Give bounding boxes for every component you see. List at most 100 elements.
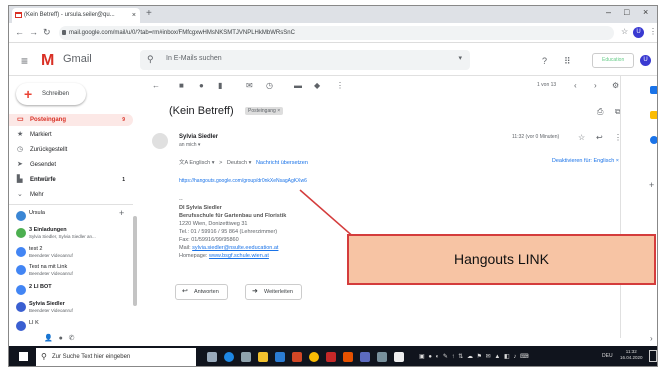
new-tab-button[interactable]: + <box>146 8 152 19</box>
report-spam-icon[interactable]: ● <box>199 81 204 90</box>
forward-arrow-icon[interactable]: → <box>29 27 38 37</box>
address-bar-row: ← → ↻ mail.google.com/mail/u/0/?tab=rm#i… <box>9 23 657 43</box>
phone-icon[interactable]: ✆ <box>69 335 75 342</box>
add-addon-icon[interactable]: + <box>649 180 654 190</box>
apps-grid-icon[interactable]: ⠿ <box>564 56 571 67</box>
app-icon[interactable] <box>377 352 387 362</box>
maximize-button[interactable]: □ <box>624 7 629 17</box>
help-icon[interactable]: ? <box>542 56 547 66</box>
app-icon[interactable] <box>343 352 353 362</box>
edge-icon[interactable] <box>224 352 234 362</box>
taskbar-clock[interactable]: 11:32 16.04.2020 <box>620 349 643 361</box>
list-item[interactable]: LI K <box>9 320 133 332</box>
file-explorer-icon[interactable] <box>258 352 268 362</box>
gmail-brand: Gmail <box>63 53 92 65</box>
language-indicator[interactable]: DEU <box>602 353 613 359</box>
print-icon[interactable]: ⎙ <box>597 107 603 117</box>
search-icon[interactable]: ⚲ <box>147 54 154 65</box>
tab-close-icon[interactable]: × <box>132 8 136 23</box>
compose-button[interactable]: + Schreiben <box>16 83 86 105</box>
back-to-inbox-icon[interactable]: ← <box>152 81 160 90</box>
sidebar-item-starred[interactable]: ★ Markiert <box>9 129 133 141</box>
browser-tab[interactable]: (Kein Betreff) - ursula.seiler@qu... × <box>12 8 140 23</box>
app-icon[interactable] <box>394 352 404 362</box>
delete-icon[interactable]: ▮ <box>218 81 222 90</box>
translate-message-link[interactable]: Nachricht übersetzen <box>256 160 308 166</box>
system-tray-icons[interactable]: ▣ ● ◐ ✎ ↑ ⇅ ☁ ⚑ ✉ ▲ ◧ ♪ ⌨ <box>419 353 530 360</box>
search-icon: ⚲ <box>41 352 47 361</box>
person-icon[interactable]: 👤 <box>44 335 53 342</box>
list-item[interactable]: test 2 Beendeter Videoanruf <box>9 246 133 260</box>
signature-mail-link[interactable]: sylvia.siedler@nsulte.eeducation.at <box>192 245 278 251</box>
mark-unread-icon[interactable]: ✉ <box>246 81 253 90</box>
main-menu-icon[interactable]: ≡ <box>21 54 28 68</box>
bookmark-star-icon[interactable]: ☆ <box>621 27 628 36</box>
sender-name[interactable]: Sylvia Siedler <box>179 134 218 140</box>
account-avatar[interactable]: U <box>640 55 651 66</box>
reply-button[interactable]: ↩ Antworten <box>175 284 228 300</box>
calendar-icon[interactable] <box>650 86 657 94</box>
app-icon[interactable] <box>326 352 336 362</box>
word-icon[interactable] <box>275 352 285 362</box>
hangouts-link[interactable]: https://hangouts.google.com/group/dr0nkX… <box>179 178 307 184</box>
more-options-icon[interactable]: ⋮ <box>336 81 344 90</box>
sidebar-item-sent[interactable]: ➤ Gesendet <box>9 159 133 171</box>
taskbar-search[interactable]: ⚲ Zur Suche Text hier eingeben <box>36 348 196 366</box>
archive-icon[interactable]: ■ <box>179 81 184 90</box>
education-chip[interactable]: Education <box>592 53 634 68</box>
new-conversation-icon[interactable]: + <box>119 208 124 218</box>
list-item[interactable]: 3 Einladungen Sylvia Siedler, Sylvia Sie… <box>9 227 133 241</box>
translate-to-select[interactable]: Deutsch ▾ <box>227 160 251 166</box>
reload-icon[interactable]: ↻ <box>43 27 51 38</box>
keep-icon[interactable] <box>650 111 657 119</box>
search-input[interactable]: In E-Mails suchen <box>166 55 222 62</box>
previous-icon[interactable]: ‹ <box>574 81 577 90</box>
recipient-details[interactable]: an mich ▾ <box>179 142 200 148</box>
search-options-icon[interactable]: ▾ <box>458 54 462 62</box>
settings-gear-icon[interactable]: ⚙ <box>612 81 619 90</box>
disable-translation-link[interactable]: Deaktivieren für: Englisch × <box>552 158 619 164</box>
chrome-icon[interactable] <box>309 352 319 362</box>
minimize-button[interactable]: – <box>606 7 611 17</box>
snooze-icon[interactable]: ◷ <box>266 81 273 90</box>
chat-icon[interactable]: ● <box>59 335 63 342</box>
gmail-logo-icon[interactable]: M <box>41 52 54 70</box>
avatar <box>16 302 26 312</box>
sidebar-item-more[interactable]: ⌄ Mehr <box>9 189 133 201</box>
sidebar-scrollbar[interactable] <box>133 216 137 306</box>
back-arrow-icon[interactable]: ← <box>15 27 24 37</box>
next-icon[interactable]: › <box>594 81 597 90</box>
browser-menu-icon[interactable]: ⋮ <box>649 27 657 36</box>
inbox-label-chip[interactable]: Posteingang × <box>245 107 284 115</box>
search-box[interactable]: ⚲ In E-Mails suchen ▾ <box>140 50 470 70</box>
sidebar-item-inbox[interactable]: ▭ Posteingang 9 <box>9 114 133 126</box>
list-item[interactable]: Sylvia Siedler Beendeter Videoanruf <box>9 301 133 315</box>
translate-from-select[interactable]: Englisch ▾ <box>189 160 214 166</box>
signature-mail-line: Mail: sylvia.siedler@nsulte.eeducation.a… <box>179 244 286 252</box>
sidebar-item-snoozed[interactable]: ◷ Zurückgestellt <box>9 144 133 156</box>
browser-profile-avatar[interactable]: U <box>633 27 644 38</box>
notification-icon[interactable] <box>649 350 657 362</box>
sidebar-item-label: Markiert <box>30 132 52 138</box>
signature-homepage-link[interactable]: www.bsgf.schule.wien.at <box>209 253 269 259</box>
tasks-icon[interactable] <box>650 136 657 144</box>
forward-button[interactable]: ➜ Weiterleiten <box>245 284 302 300</box>
sidebar-item-drafts[interactable]: ▙ Entwürfe 1 <box>9 174 133 186</box>
star-message-icon[interactable]: ☆ <box>578 133 585 142</box>
hangouts-user[interactable]: Ursula + <box>9 208 133 222</box>
window-close-button[interactable]: × <box>643 7 648 17</box>
reply-icon[interactable]: ↩ <box>596 133 603 142</box>
task-view-icon[interactable] <box>207 352 217 362</box>
mail-label: Mail: <box>179 245 193 251</box>
move-to-icon[interactable]: ▬ <box>294 81 302 90</box>
expand-panel-icon[interactable]: › <box>650 334 653 343</box>
app-icon[interactable] <box>360 352 370 362</box>
powerpoint-icon[interactable] <box>292 352 302 362</box>
list-item[interactable]: 2 LI BOT <box>9 284 133 296</box>
list-item[interactable]: Test na mit Link Beendeter Videoanruf <box>9 264 133 278</box>
url-field[interactable]: mail.google.com/mail/u/0/?tab=rm#inbox/F… <box>59 26 614 40</box>
store-icon[interactable] <box>241 352 251 362</box>
lock-icon <box>62 30 66 35</box>
windows-start-icon[interactable] <box>19 352 28 361</box>
label-icon[interactable]: ◆ <box>314 81 320 90</box>
